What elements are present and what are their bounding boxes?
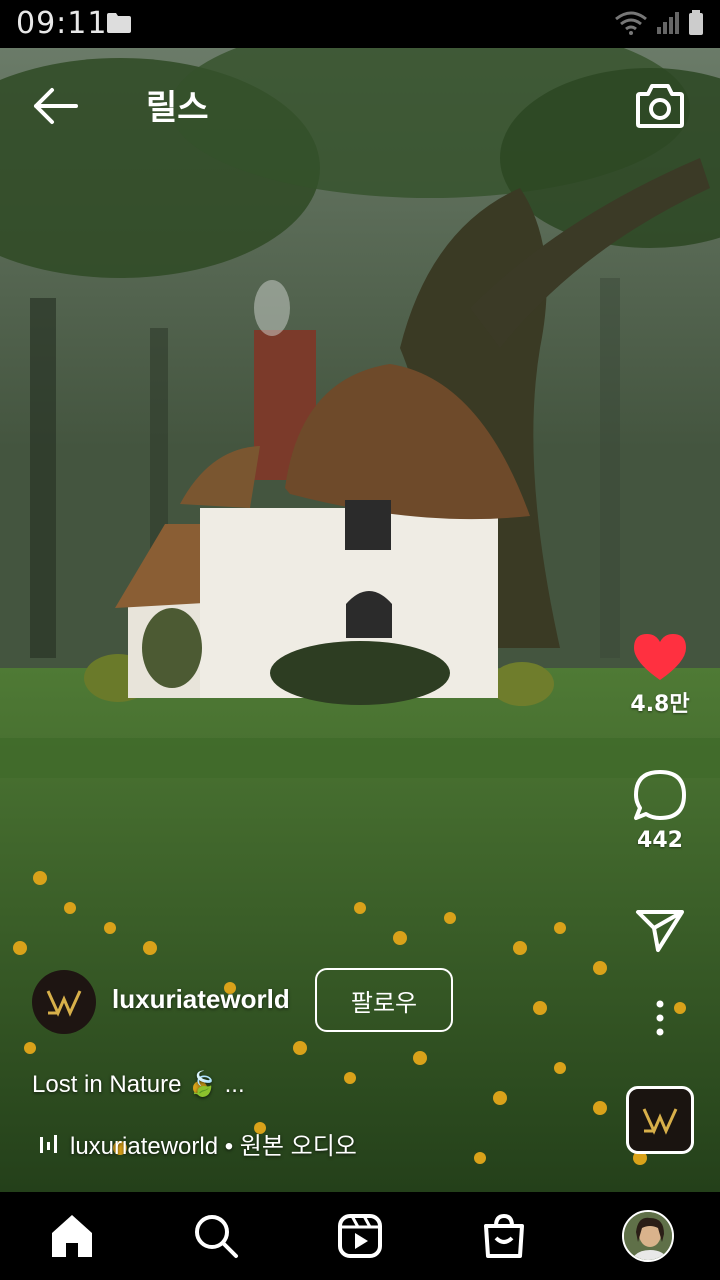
page-title: 릴스	[146, 88, 209, 128]
profile-avatar	[622, 1210, 674, 1262]
more-options-button[interactable]	[620, 998, 700, 1042]
camera-icon	[636, 84, 684, 128]
arrow-left-icon	[34, 88, 78, 124]
comment-icon	[634, 770, 686, 820]
battery-icon	[688, 10, 704, 40]
comment-count: 442	[637, 828, 683, 853]
audio-thumbnail[interactable]	[626, 1086, 694, 1154]
audio-bars-icon	[40, 1134, 57, 1153]
folder-icon	[106, 12, 132, 38]
wifi-icon	[614, 11, 648, 39]
shop-icon	[484, 1213, 524, 1258]
status-time: 09:11	[16, 6, 108, 41]
reels-icon	[338, 1214, 382, 1258]
status-bar: 09:11	[0, 0, 720, 48]
back-button[interactable]	[30, 86, 80, 126]
nav-profile[interactable]	[618, 1206, 678, 1266]
like-count: 4.8만	[630, 692, 690, 717]
lw-logo	[46, 990, 82, 1017]
nav-home[interactable]	[42, 1206, 102, 1266]
reels-header	[0, 48, 720, 158]
author-username[interactable]: luxuriateworld	[112, 984, 290, 1015]
search-icon	[195, 1215, 238, 1258]
bottom-nav	[0, 1192, 720, 1280]
like-button[interactable]: 4.8만	[620, 632, 700, 718]
more-vertical-icon	[656, 1000, 664, 1036]
status-icons	[614, 10, 704, 40]
camera-button[interactable]	[634, 80, 686, 130]
lw-logo	[642, 1108, 678, 1135]
heart-icon	[634, 634, 686, 680]
follow-button[interactable]: 팔로우	[315, 968, 453, 1032]
paper-plane-icon	[636, 910, 684, 952]
comment-button[interactable]: 442	[620, 768, 700, 853]
audio-label: luxuriateworld • 원본 오디오	[70, 1133, 357, 1160]
nav-reels[interactable]	[330, 1206, 390, 1266]
share-button[interactable]	[620, 906, 700, 958]
signal-icon	[656, 11, 680, 39]
profile-photo	[624, 1212, 672, 1260]
home-icon	[52, 1215, 92, 1257]
author-avatar[interactable]	[32, 970, 96, 1034]
audio-info[interactable]: luxuriateworld • 원본 오디오	[38, 1126, 357, 1161]
nav-shop[interactable]	[474, 1206, 534, 1266]
reel-caption[interactable]: Lost in Nature 🍃 ...	[32, 1070, 245, 1099]
nav-search[interactable]	[186, 1206, 246, 1266]
